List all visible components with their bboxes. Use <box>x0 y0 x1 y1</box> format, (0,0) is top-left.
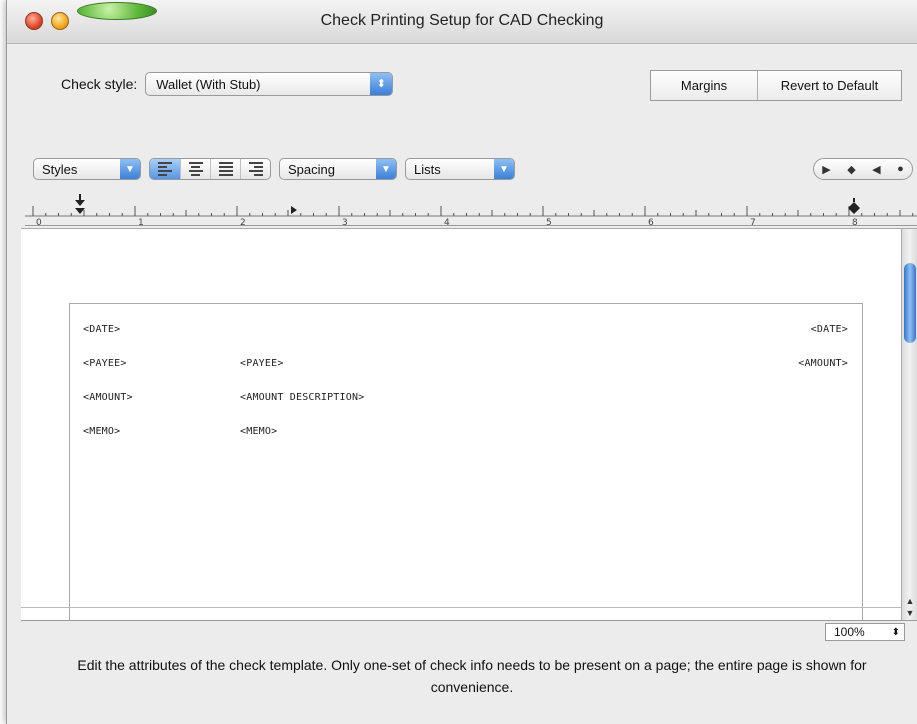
ruler-number: 4 <box>444 218 450 226</box>
scroll-up-icon[interactable]: ▲ <box>902 595 917 607</box>
ruler-number: 5 <box>546 218 552 226</box>
payee-field-left[interactable]: <PAYEE> <box>83 358 127 369</box>
align-justify-button[interactable] <box>210 159 240 179</box>
align-justify-icon <box>218 162 233 176</box>
align-right-icon <box>248 162 263 176</box>
help-text: Edit the attributes of the check templat… <box>77 657 867 695</box>
scroll-down-icon[interactable]: ▼ <box>902 607 917 619</box>
popup-arrows-icon: ▼ <box>376 159 396 179</box>
check-style-row: Check style: Wallet (With Stub) ⬍ <box>61 72 394 96</box>
check-style-popup[interactable]: Wallet (With Stub) ⬍ <box>145 72 394 96</box>
align-left-button[interactable] <box>150 159 180 179</box>
spacing-popup[interactable]: Spacing ▼ <box>279 158 397 180</box>
window-title: Check Printing Setup for CAD Checking <box>320 12 604 29</box>
styles-label: Styles <box>42 161 78 177</box>
popup-arrows-icon: ▼ <box>120 159 140 179</box>
align-center-icon <box>188 162 203 176</box>
tab-stops-control[interactable]: ▶ ◆ ◀ ● <box>813 158 913 180</box>
revert-to-default-button[interactable]: Revert to Default <box>757 71 901 100</box>
ruler-number: 7 <box>750 218 756 226</box>
ruler-number: 1 <box>138 218 144 226</box>
align-left-icon <box>158 162 172 176</box>
ruler-number: 2 <box>240 218 246 226</box>
stepper-arrows-icon: ⬍ <box>891 626 900 638</box>
lists-popup[interactable]: Lists ▼ <box>405 158 515 180</box>
amount-description-field[interactable]: <AMOUNT DESCRIPTION> <box>240 392 364 403</box>
title-bar: Check Printing Setup for CAD Checking <box>7 0 917 44</box>
page-break-line <box>21 607 901 608</box>
zoom-value: 100% <box>834 625 865 639</box>
document-view[interactable]: <DATE> <DATE> <PAYEE> <PAYEE> <AMOUNT> <… <box>21 228 917 633</box>
styles-popup[interactable]: Styles ▼ <box>33 158 141 180</box>
align-right-button[interactable] <box>240 159 270 179</box>
popup-arrows-icon: ⬍ <box>370 73 393 95</box>
popup-arrows-icon: ▼ <box>494 159 514 179</box>
center-tab-icon[interactable]: ◆ <box>847 163 855 176</box>
vertical-scrollbar[interactable]: ▲ ▼ <box>901 229 917 621</box>
left-tab-icon[interactable]: ▶ <box>822 163 830 176</box>
ruler-ticks: 0 1 2 3 4 5 6 7 8 <box>25 194 917 226</box>
ruler-number: 3 <box>342 218 348 226</box>
amount-field-right[interactable]: <AMOUNT> <box>798 358 848 369</box>
decimal-tab-icon[interactable]: ● <box>897 163 904 175</box>
status-bar: 100% ⬍ <box>21 620 917 642</box>
text-format-toolbar: Styles ▼ Spacing ▼ Lists ▼ ▶ ◆ ◀ ● <box>33 156 917 182</box>
amount-field-left[interactable]: <AMOUNT> <box>83 392 133 403</box>
ruler[interactable]: 0 1 2 3 4 5 6 7 8 <box>25 186 917 226</box>
memo-field-mid[interactable]: <MEMO> <box>240 426 277 437</box>
scroll-arrows[interactable]: ▲ ▼ <box>902 595 917 619</box>
margin-button-group: Margins Revert to Default <box>650 70 902 101</box>
check-style-label: Check style: <box>61 76 138 92</box>
lists-label: Lists <box>414 161 441 177</box>
alignment-segmented-control <box>149 158 271 180</box>
right-tab-icon[interactable]: ◀ <box>872 163 880 176</box>
check-style-value: Wallet (With Stub) <box>156 76 261 92</box>
zoom-popup[interactable]: 100% ⬍ <box>825 623 905 641</box>
memo-field-left[interactable]: <MEMO> <box>83 426 120 437</box>
margins-button[interactable]: Margins <box>651 71 757 100</box>
payee-field-mid[interactable]: <PAYEE> <box>240 358 284 369</box>
check-printing-setup-window: Check Printing Setup for CAD Checking Ch… <box>6 0 917 724</box>
spacing-label: Spacing <box>288 161 335 177</box>
scroll-thumb[interactable] <box>904 263 916 343</box>
ruler-number: 6 <box>648 218 654 226</box>
right-margin-marker-icon[interactable] <box>848 198 860 214</box>
date-field-left[interactable]: <DATE> <box>83 324 120 335</box>
date-field-right[interactable]: <DATE> <box>811 324 848 335</box>
ruler-number: 0 <box>36 218 42 226</box>
tab-stop-icon[interactable] <box>291 206 297 214</box>
ruler-number: 8 <box>852 218 858 226</box>
check-template-page[interactable]: <DATE> <DATE> <PAYEE> <PAYEE> <AMOUNT> <… <box>69 303 863 633</box>
align-center-button[interactable] <box>180 159 210 179</box>
